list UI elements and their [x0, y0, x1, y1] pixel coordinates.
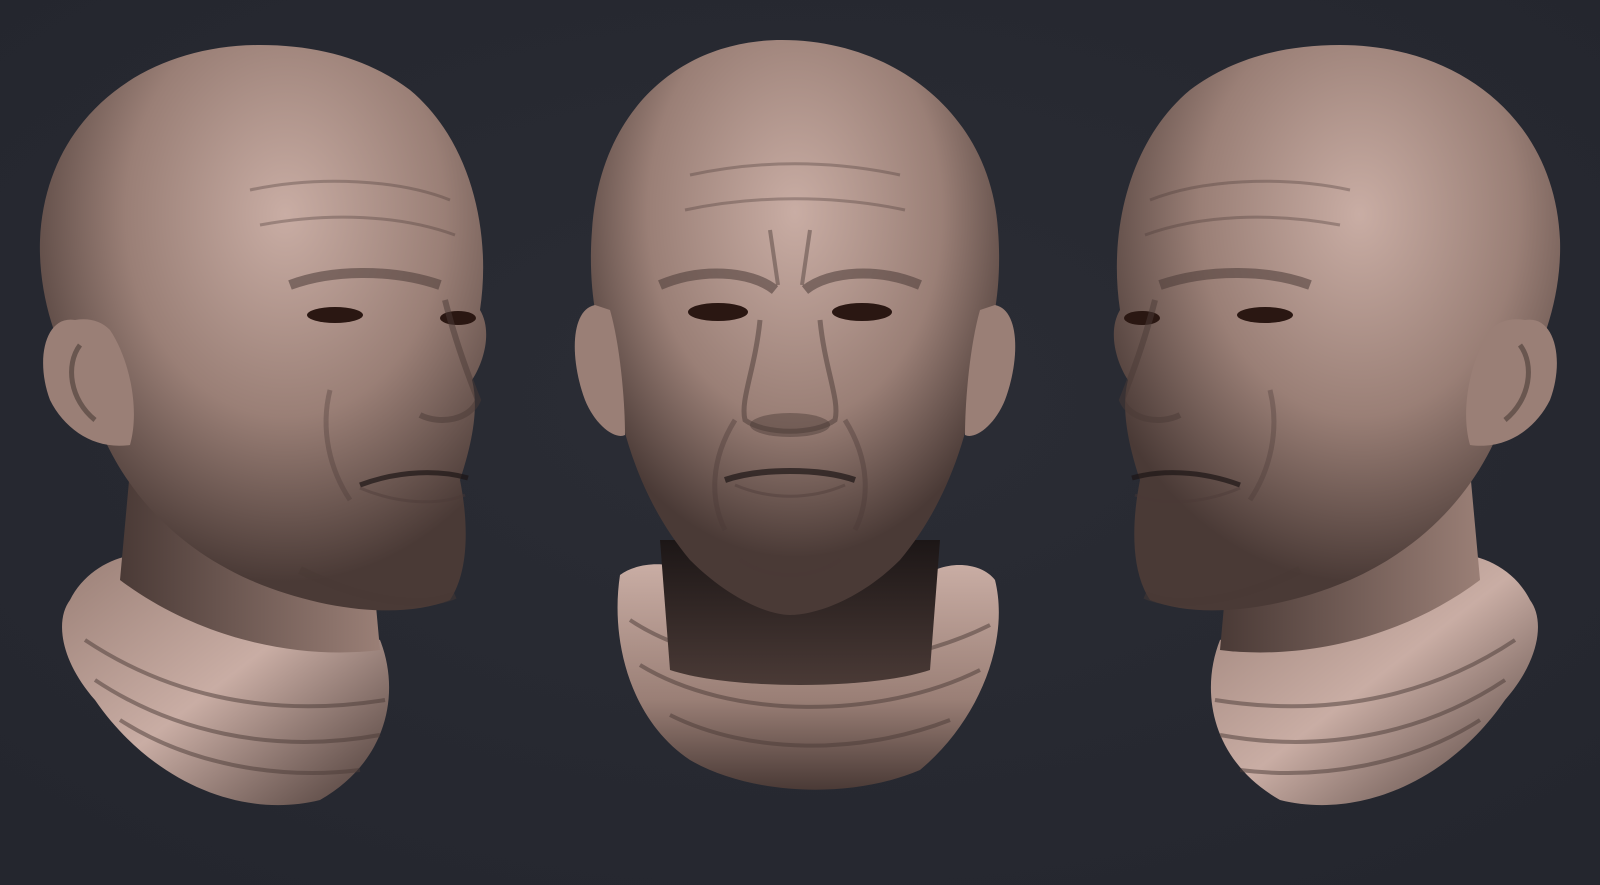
eye-center-1 — [688, 303, 748, 321]
eye-left-1 — [307, 307, 363, 323]
eye-right-1 — [1237, 307, 1293, 323]
bust-three-quarter-left-illustration — [1113, 45, 1561, 806]
bust-three-quarter-right-illustration — [39, 45, 487, 806]
sculpt-render-viewport — [0, 0, 1600, 885]
head-center — [590, 40, 1000, 615]
bust-three-quarter-left — [1060, 0, 1600, 885]
sculpt-detail — [750, 413, 830, 437]
bust-front-illustration — [574, 40, 1016, 790]
bust-three-quarter-right — [0, 0, 540, 885]
bust-front — [540, 0, 1060, 885]
eye-center-2 — [832, 303, 892, 321]
